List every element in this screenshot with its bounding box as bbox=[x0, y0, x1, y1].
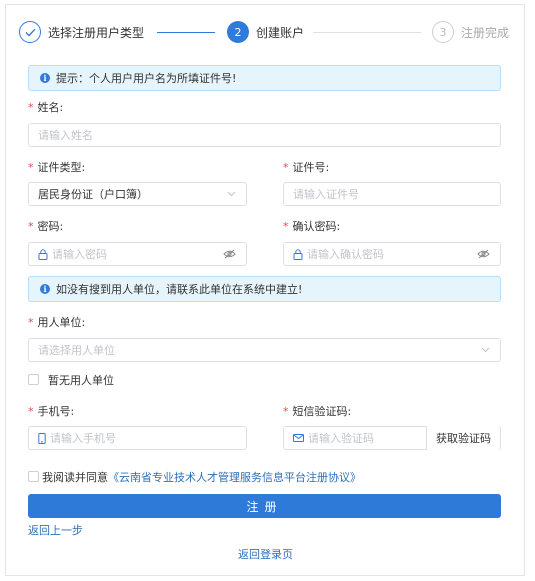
name-label: * 姓名: bbox=[28, 101, 64, 114]
password-label: * 密码: bbox=[28, 220, 64, 233]
lock-icon bbox=[38, 248, 48, 260]
back-link[interactable]: 返回上一步 bbox=[28, 522, 83, 538]
id-number-label: * 证件号: bbox=[283, 161, 330, 174]
back-to-login-link[interactable]: 返回登录页 bbox=[238, 546, 293, 562]
step-2-label: 创建账户 bbox=[256, 25, 305, 40]
employer-tip-notice: i 如没有搜到用人单位，请联系此单位在系统中建立! bbox=[28, 276, 501, 302]
step-1-check-icon bbox=[19, 21, 41, 43]
step-3: 3 注册完成 bbox=[432, 21, 509, 43]
employer-select[interactable]: 请选择用人单位 bbox=[28, 338, 501, 362]
step-3-label: 注册完成 bbox=[461, 25, 510, 40]
id-type-label: * 证件类型: bbox=[28, 161, 86, 174]
username-tip-notice: i 提示：个人用户用户名为所填证件号! bbox=[28, 65, 501, 91]
confirm-password-label: * 确认密码: bbox=[283, 220, 341, 233]
mobile-phone-icon bbox=[38, 432, 46, 444]
id-type-value: 居民身份证（户口簿） bbox=[38, 188, 148, 201]
eye-hidden-icon[interactable] bbox=[477, 249, 490, 259]
step-1-label: 选择注册用户类型 bbox=[48, 25, 145, 40]
employer-label: * 用人单位: bbox=[28, 316, 86, 329]
info-icon: i bbox=[40, 284, 50, 294]
phone-placeholder: 请输入手机号 bbox=[50, 432, 116, 445]
agreement-prefix: 我阅读并同意 bbox=[42, 471, 108, 484]
sms-code-input[interactable]: 请输入验证码 获取验证码 bbox=[283, 426, 501, 450]
confirm-password-input[interactable]: 请输入确认密码 bbox=[283, 242, 501, 266]
name-input[interactable]: 请输入姓名 bbox=[28, 123, 501, 147]
id-number-input[interactable]: 请输入证件号 bbox=[283, 182, 501, 206]
sms-code-label: * 短信验证码: bbox=[283, 405, 352, 418]
employer-tip-text: 如没有搜到用人单位，请联系此单位在系统中建立! bbox=[56, 283, 303, 296]
phone-label: * 手机号: bbox=[28, 405, 75, 418]
eye-hidden-icon[interactable] bbox=[223, 249, 236, 259]
lock-icon bbox=[293, 248, 303, 260]
name-placeholder: 请输入姓名 bbox=[38, 129, 93, 142]
step-2-number: 2 bbox=[227, 21, 249, 43]
confirm-password-placeholder: 请输入确认密码 bbox=[307, 248, 384, 261]
info-icon: i bbox=[40, 73, 50, 83]
chevron-down-icon bbox=[481, 347, 490, 353]
step-connector-2 bbox=[313, 32, 421, 33]
envelope-icon bbox=[293, 434, 304, 442]
register-button[interactable]: 注册 bbox=[28, 494, 501, 518]
id-type-select[interactable]: 居民身份证（户口簿） bbox=[28, 182, 247, 206]
no-employer-checkbox[interactable] bbox=[28, 374, 39, 385]
no-employer-label[interactable]: 暂无用人单位 bbox=[48, 372, 114, 388]
get-code-button[interactable]: 获取验证码 bbox=[426, 426, 500, 450]
step-connector-1 bbox=[157, 32, 215, 33]
step-3-number: 3 bbox=[432, 21, 454, 43]
agreement-link[interactable]: 《云南省专业技术人才管理服务信息平台注册协议》 bbox=[108, 471, 361, 484]
password-input[interactable]: 请输入密码 bbox=[28, 242, 247, 266]
step-2: 2 创建账户 bbox=[227, 21, 304, 43]
password-placeholder: 请输入密码 bbox=[52, 248, 107, 261]
agreement-text: 我阅读并同意《云南省专业技术人才管理服务信息平台注册协议》 bbox=[42, 469, 361, 485]
step-1: 选择注册用户类型 bbox=[19, 21, 144, 43]
employer-placeholder: 请选择用人单位 bbox=[38, 344, 115, 357]
phone-input[interactable]: 请输入手机号 bbox=[28, 426, 247, 450]
sms-code-placeholder: 请输入验证码 bbox=[308, 432, 374, 445]
chevron-down-icon bbox=[227, 191, 236, 197]
id-number-placeholder: 请输入证件号 bbox=[293, 188, 359, 201]
agreement-checkbox[interactable] bbox=[28, 471, 39, 482]
username-tip-text: 提示：个人用户用户名为所填证件号! bbox=[56, 72, 237, 85]
